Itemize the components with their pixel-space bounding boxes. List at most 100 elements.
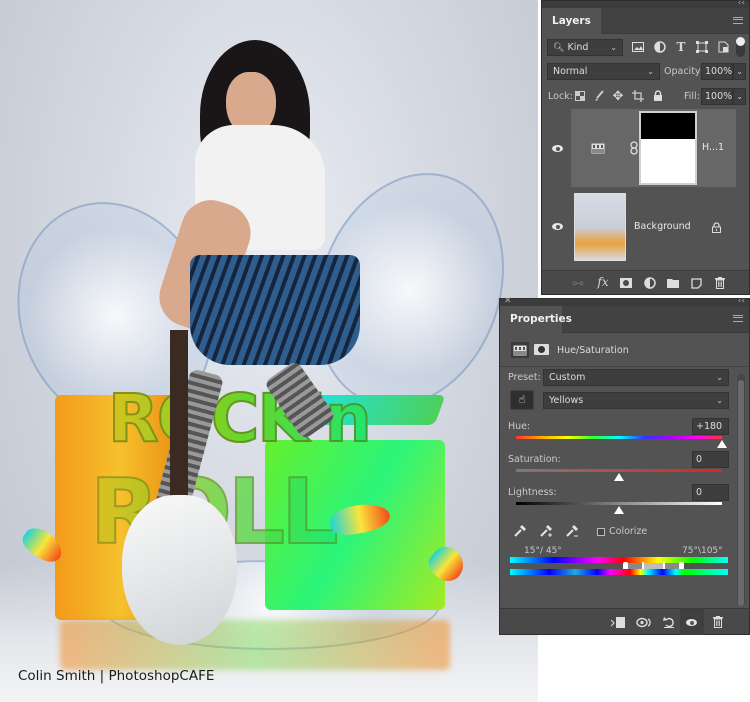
filter-kind-value: Kind [567,42,589,53]
lightness-slider-thumb[interactable] [614,506,624,514]
adjustment-header: Hue/Saturation [500,334,749,367]
guitar-body [122,495,237,645]
channel-value: Yellows [549,395,584,406]
toggle-visibility-button[interactable] [680,609,704,635]
hue-slider-track[interactable] [516,436,722,439]
adjustment-title: Hue/Saturation [557,345,629,356]
mask-properties-icon[interactable] [534,344,549,355]
lock-image-pixels-icon[interactable] [591,88,607,104]
layer-row-background[interactable]: Background [542,189,749,265]
eyedropper-icon[interactable] [512,523,528,539]
properties-panel: ✕ ‹‹ Properties Hue/Saturation Preset: C… [499,296,750,635]
saturation-slider-thumb[interactable] [614,473,624,481]
mask-white-region [641,139,695,183]
collapse-panel-icon[interactable]: ‹‹ [738,0,745,8]
preset-label: Preset: [508,372,541,383]
scrollbar-thumb[interactable] [738,380,744,606]
properties-scrollbar[interactable] [737,374,745,606]
blend-mode-select[interactable]: Normal ⌄ [547,63,660,80]
layer-row-hue-saturation[interactable]: H...1 [542,109,749,187]
link-layers-icon[interactable]: ⧟ [570,275,586,291]
background-layer-thumbnail [574,193,626,261]
pixel-layer-filter-icon[interactable] [630,39,646,55]
lock-artboard-icon[interactable] [630,88,646,104]
opacity-field[interactable]: 100% [701,63,733,80]
panel-menu-icon[interactable] [733,315,743,322]
preset-select[interactable]: Custom ⌄ [543,369,729,386]
fill-value: 100% [705,91,733,102]
properties-panel-header-strip: ✕ ‹‹ [500,296,749,306]
properties-bottom-toolbar [500,608,749,635]
chevron-down-icon: ⌄ [736,67,743,76]
targeted-adjustment-tool[interactable]: ☝︎ [510,390,534,410]
lightness-value-field[interactable]: 0 [692,484,729,501]
hue-slider-thumb[interactable] [717,440,727,448]
layer-lock-icon [708,219,724,235]
lock-position-icon[interactable]: ✥ [610,88,626,104]
colorize-checkbox[interactable] [597,528,605,536]
lightness-slider-track[interactable] [516,502,722,505]
blend-mode-value: Normal [553,66,588,77]
add-mask-icon[interactable] [618,275,634,291]
layer-name[interactable]: Background [634,221,691,232]
reflection-block [60,620,450,670]
opacity-dropdown[interactable]: ⌄ [733,63,746,80]
type-layer-filter-icon[interactable]: T [673,39,689,55]
visibility-eye-icon[interactable] [552,223,563,230]
fill-field[interactable]: 100% [701,88,733,105]
hue-value-field[interactable]: +180 [692,418,729,435]
layers-panel: ‹‹ Layers 🔍︎ Kind ⌄ T Normal ⌄ Opacity: [541,0,750,295]
opacity-value: 100% [705,66,733,77]
shape-layer-filter-icon[interactable] [694,39,710,55]
saturation-slider-track[interactable] [516,469,722,472]
preset-value: Custom [549,372,586,383]
colorize-label: Colorize [609,526,648,537]
fill-dropdown[interactable]: ⌄ [733,88,746,105]
hue-saturation-adjustment-icon[interactable] [511,342,529,358]
new-adjustment-icon[interactable] [642,275,658,291]
toggle-visibility-icon [686,619,697,626]
visibility-eye-icon[interactable] [552,145,563,152]
eyedropper-add-icon[interactable] [538,523,554,539]
properties-tabbar: Properties [500,306,749,333]
layers-bottom-toolbar: ⧟ fx [542,270,749,294]
eyedropper-subtract-icon[interactable] [564,523,580,539]
smart-object-filter-icon[interactable] [715,39,731,55]
tab-layers[interactable]: Layers [542,8,601,34]
adjustment-layer-filter-icon[interactable] [652,39,668,55]
collapse-panel-icon[interactable]: ‹‹ [738,296,745,306]
new-group-icon[interactable] [665,275,681,291]
view-previous-state-icon[interactable] [636,614,652,630]
range-left-readout: 15°/ 45° [524,546,562,556]
filter-toggle-switch[interactable] [736,37,745,57]
new-layer-icon[interactable] [688,275,704,291]
search-icon: 🔍︎ [553,43,565,53]
fx-icon[interactable]: fx [595,274,611,290]
chevron-down-icon: ⌄ [716,396,723,405]
delete-icon[interactable] [712,275,728,291]
opacity-label: Opacity: [664,66,704,77]
lock-label: Lock: [548,91,573,102]
layer-filter-select[interactable]: 🔍︎ Kind ⌄ [547,39,623,56]
photoshop-workspace: ROCK'n ROLL Colin Smith | PhotoshopCAFE … [0,0,750,702]
saturation-label: Saturation: [508,454,561,465]
chevron-down-icon: ⌄ [716,373,723,382]
hue-value: +180 [696,421,723,432]
fill-label: Fill: [684,91,700,102]
close-panel-icon[interactable]: ✕ [504,296,512,306]
reset-icon[interactable] [661,614,677,630]
delete-icon[interactable] [710,614,726,630]
layer-mask-thumbnail[interactable] [639,111,697,185]
lock-transparent-pixels-icon[interactable] [572,88,588,104]
panel-menu-icon[interactable] [733,17,743,24]
result-color-bar [510,569,728,575]
channel-select[interactable]: Yellows ⌄ [543,392,729,409]
saturation-value-field[interactable]: 0 [692,451,729,468]
tab-properties[interactable]: Properties [500,306,572,333]
chevron-down-icon: ⌄ [647,67,654,76]
clip-to-layer-icon[interactable] [610,614,626,630]
saturation-value: 0 [696,454,703,465]
document-canvas[interactable]: ROCK'n ROLL Colin Smith | PhotoshopCAFE [0,0,538,702]
layer-name[interactable]: H...1 [702,142,724,153]
lock-all-icon[interactable] [650,88,666,104]
